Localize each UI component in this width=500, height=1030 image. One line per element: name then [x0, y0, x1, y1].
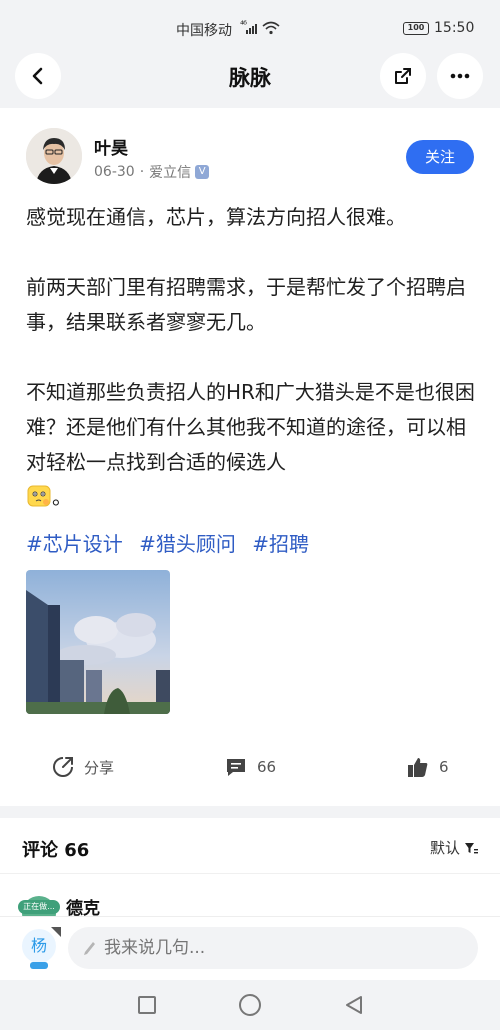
comment-count: 66	[257, 758, 277, 776]
my-avatar[interactable]: 杨	[22, 927, 61, 969]
post-paragraph: 感觉现在通信，芯片，算法方向招人很难。	[26, 205, 406, 229]
recent-apps-button[interactable]	[134, 992, 160, 1018]
share-label: 分享	[84, 758, 115, 777]
commenter-status-badge: 正在做...	[18, 900, 60, 914]
meta-separator: ·	[139, 164, 145, 180]
post-content: 感觉现在通信，芯片，算法方向招人很难。 前两天部门里有招聘需求，于是帮忙发了个招…	[26, 200, 476, 515]
verified-badge-icon: V	[195, 165, 210, 179]
external-share-icon	[395, 68, 411, 84]
my-avatar-char: 杨	[30, 936, 47, 955]
post-paragraph: 前两天部门里有招聘需求，于是帮忙发了个招聘启事，结果联系者寥寥无几。	[26, 275, 466, 334]
tag-link[interactable]: #招聘	[252, 532, 309, 556]
more-dots-icon	[450, 73, 470, 79]
battery-indicator: 100	[403, 22, 429, 35]
share-top-button[interactable]	[380, 53, 426, 99]
comment-input-bar: 杨	[0, 916, 500, 980]
commenter-name[interactable]: 德克	[66, 894, 100, 916]
share-button[interactable]: 分享	[52, 756, 114, 778]
comment-icon	[227, 759, 245, 776]
post-image[interactable]	[26, 570, 170, 714]
home-button[interactable]	[237, 992, 263, 1018]
clock: 15:50	[434, 20, 475, 36]
comment-item[interactable]: 正在做... 德克	[0, 876, 500, 916]
carrier-name: 中国移动	[176, 23, 232, 39]
follow-button[interactable]: 关注	[406, 140, 474, 174]
section-divider	[0, 806, 500, 818]
wifi-icon	[262, 21, 280, 35]
post-paragraph-text: 不知道那些负责招人的HR和广大猎头是不是也很困难？还是他们有什么其他我不知道的途…	[26, 380, 475, 474]
city-sky-photo	[26, 570, 170, 714]
post-tags: #芯片设计 #猎头顾问 #招聘	[26, 528, 319, 557]
post-actions: 分享 66 6	[0, 756, 500, 786]
sort-label: 默认	[430, 839, 461, 857]
avatar-base-mark	[30, 962, 48, 969]
pen-icon	[84, 942, 95, 955]
signal-icon	[246, 24, 257, 34]
square-icon	[138, 996, 156, 1014]
tag-link[interactable]: #猎头顾问	[139, 532, 236, 556]
comments-title: 评论 66	[22, 840, 90, 861]
thumbs-up-icon	[408, 758, 428, 777]
status-bar: 中国移动 ⁴⁶ 100 15:50	[0, 0, 500, 56]
author-avatar-image	[26, 128, 82, 184]
app-header: 脉脉	[0, 50, 500, 108]
comment-button[interactable]: 66	[225, 756, 276, 778]
like-count: 6	[439, 758, 449, 776]
back-nav-button[interactable]	[341, 992, 367, 1018]
more-button[interactable]	[437, 53, 483, 99]
post-meta: 06-30 · 爱立信 V	[94, 162, 210, 182]
comment-input[interactable]	[68, 927, 478, 969]
author-company: 爱立信	[149, 165, 192, 181]
author-avatar[interactable]	[26, 128, 82, 184]
tag-link[interactable]: #芯片设计	[26, 532, 123, 556]
post-final-punct: 。	[52, 485, 72, 509]
thinking-face-emoji	[27, 485, 51, 507]
sort-dropdown[interactable]: 默认	[430, 837, 479, 858]
share-icon	[53, 757, 73, 777]
comments-header: 评论 66 默认	[0, 818, 500, 874]
system-nav-bar	[0, 980, 500, 1030]
circle-icon	[239, 994, 261, 1016]
triangle-back-icon	[346, 996, 362, 1014]
like-button[interactable]: 6	[407, 756, 449, 778]
post-paragraph: 不知道那些负责招人的HR和广大猎头是不是也很困难？还是他们有什么其他我不知道的途…	[26, 375, 476, 515]
author-name[interactable]: 叶昊	[94, 134, 128, 159]
avatar-corner-mark	[51, 927, 61, 937]
post-card: 叶昊 06-30 · 爱立信 V 关注 感觉现在通信，芯片，算法方向招人很难。 …	[0, 110, 500, 806]
sort-filter-icon	[465, 842, 479, 853]
post-date: 06-30	[94, 164, 135, 180]
